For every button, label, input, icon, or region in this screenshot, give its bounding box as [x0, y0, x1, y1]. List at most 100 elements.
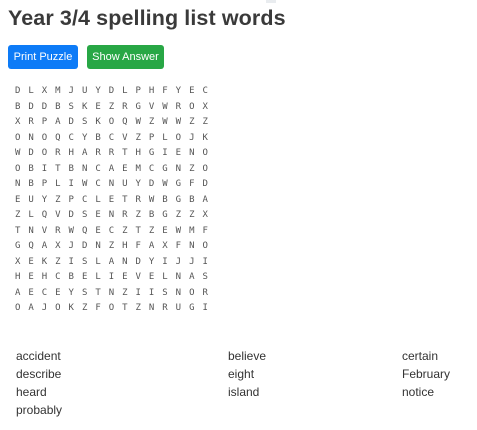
grid-row: HEHCBELIEVELNAS	[11, 270, 212, 286]
word-list-item: probably	[16, 403, 63, 417]
grid-letter: N	[175, 287, 182, 298]
grid-letter: C	[95, 163, 101, 174]
grid-letter: C	[81, 194, 88, 205]
grid-letter: G	[14, 241, 21, 251]
grid-letter: K	[41, 256, 48, 267]
word-search-grid: DLXMJUYDLPHFYECBDDBSKEZRGVWROXXRPADSKOQW…	[11, 84, 212, 317]
grid-row: DLXMJUYDLPHFYEC	[11, 84, 212, 100]
grid-letter: X	[55, 241, 61, 251]
grid-letter: L	[28, 210, 34, 220]
grid-letter: T	[95, 287, 101, 298]
grid-letter: S	[68, 101, 74, 112]
grid-letter: O	[202, 241, 208, 251]
grid-letter: P	[41, 117, 48, 127]
grid-letter: A	[55, 117, 61, 127]
grid-letter: W	[175, 225, 182, 236]
grid-letter: S	[202, 272, 208, 282]
grid-letter: B	[28, 179, 34, 189]
grid-letter: A	[14, 287, 21, 298]
grid-letter: U	[175, 303, 182, 313]
grid-letter: T	[122, 148, 128, 158]
grid-letter: L	[28, 86, 34, 96]
word-list-item: notice	[402, 385, 435, 399]
grid-letter: V	[122, 132, 128, 143]
grid-letter: L	[122, 86, 128, 96]
grid-row: TNVRWQECZTZEWMF	[11, 224, 212, 240]
grid-letter: G	[148, 148, 155, 158]
grid-letter: C	[55, 272, 61, 282]
word-list-column-3: certain February notice	[402, 347, 450, 401]
grid-row: GQAXJDNZHFAXFNO	[11, 239, 212, 255]
grid-letter: W	[162, 117, 168, 127]
grid-row: OAJOKZFOTZNRUGI	[11, 301, 212, 317]
grid-letter: Z	[108, 241, 115, 251]
grid-letter: L	[55, 179, 61, 189]
grid-letter: G	[162, 210, 168, 220]
grid-letter: R	[122, 101, 128, 112]
grid-letter: I	[135, 287, 141, 298]
grid-letter: L	[95, 256, 101, 267]
grid-letter: P	[148, 132, 155, 143]
grid-letter: G	[175, 179, 182, 189]
grid-letter: F	[202, 225, 208, 236]
grid-letter: O	[175, 132, 182, 143]
grid-row: XEKZISLANDYIJJI	[11, 255, 212, 271]
grid-letter: D	[28, 101, 34, 112]
grid-letter: E	[175, 148, 182, 158]
word-list-item: island	[228, 385, 260, 399]
grid-letter: N	[14, 179, 21, 189]
grid-letter: V	[55, 210, 61, 220]
grid-letter: A	[108, 163, 115, 174]
grid-letter: I	[162, 148, 168, 158]
word-list-item: accident	[16, 349, 61, 363]
grid-letter: W	[175, 117, 182, 127]
grid-letter: X	[162, 241, 168, 251]
grid-letter: E	[108, 194, 115, 205]
grid-letter: I	[68, 179, 74, 189]
grid-letter: K	[202, 132, 208, 143]
grid-letter: W	[162, 101, 168, 112]
grid-letter: D	[135, 256, 141, 267]
grid-letter: W	[162, 179, 168, 189]
grid-letter: Z	[189, 117, 195, 127]
grid-letter: W	[148, 194, 155, 205]
grid-letter: O	[108, 303, 115, 313]
grid-letter: T	[122, 194, 128, 205]
grid-letter: O	[41, 132, 48, 143]
grid-letter: F	[175, 241, 182, 251]
grid-letter: C	[95, 179, 101, 189]
grid-letter: X	[202, 101, 208, 112]
print-puzzle-button[interactable]: Print Puzzle	[8, 45, 78, 69]
grid-letter: D	[68, 210, 74, 220]
grid-letter: Q	[122, 117, 128, 127]
grid-letter: E	[148, 272, 155, 282]
grid-letter: O	[41, 148, 48, 158]
grid-letter: E	[28, 256, 34, 267]
show-answer-button[interactable]: Show Answer	[87, 45, 164, 69]
grid-letter: I	[202, 256, 208, 267]
grid-letter: R	[55, 148, 61, 158]
grid-letter: O	[14, 163, 21, 174]
grid-letter: C	[108, 225, 115, 236]
grid-letter: E	[122, 163, 128, 174]
grid-letter: Z	[122, 225, 128, 236]
page-title: Year 3/4 spelling list words	[8, 6, 286, 30]
grid-letter: Q	[55, 132, 61, 143]
grid-letter: D	[202, 179, 208, 189]
grid-letter: N	[81, 163, 88, 174]
grid-letter: L	[162, 132, 168, 143]
grid-letter: N	[28, 225, 34, 236]
grid-letter: O	[189, 287, 195, 298]
grid-letter: Z	[135, 303, 141, 313]
grid-letter: I	[148, 287, 155, 298]
grid-letter: E	[189, 86, 195, 96]
grid-letter: S	[81, 117, 88, 127]
grid-letter: F	[135, 241, 141, 251]
grid-letter: X	[41, 86, 48, 96]
grid-letter: H	[135, 148, 141, 158]
grid-letter: M	[55, 86, 61, 96]
grid-letter: R	[162, 303, 168, 313]
grid-letter: V	[148, 101, 155, 112]
grid-letter: D	[14, 86, 21, 96]
grid-letter: R	[95, 148, 101, 158]
